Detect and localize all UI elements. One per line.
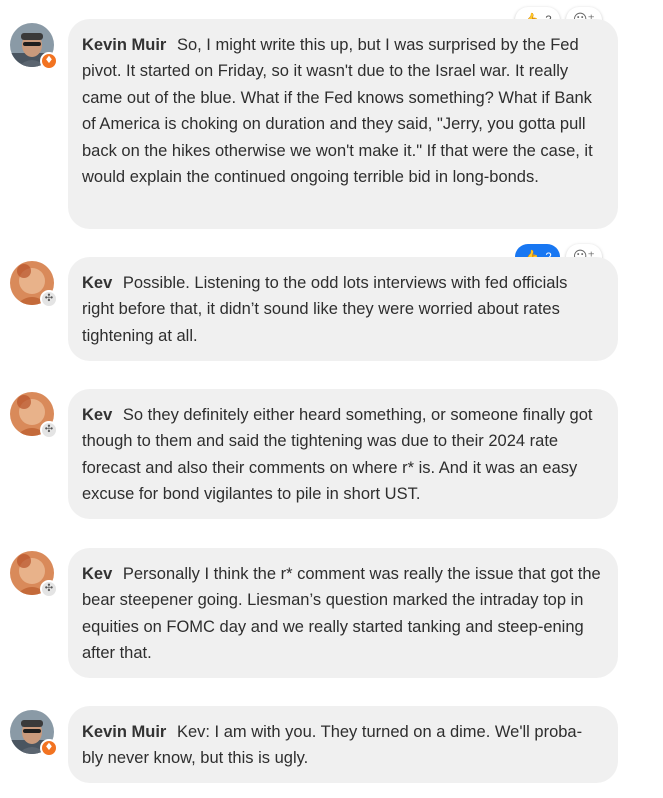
avatar-kevin-muir[interactable]: ♦	[10, 23, 58, 70]
comment-text: Possible. Listening to the odd lots inte…	[82, 274, 568, 345]
comment-text: Personally I think the r* comment was re…	[82, 565, 601, 663]
comment-text: So, I might write this up, but I was sur…	[82, 36, 593, 187]
comment-bubble: Kevin Muir Kev: I am with you. They turn…	[68, 706, 618, 783]
flame-badge-icon: ♦	[40, 52, 58, 70]
comment-text: So they definitely either heard somethin…	[82, 406, 593, 504]
member-badge-icon: ✣	[40, 580, 58, 598]
comment-author[interactable]: Kevin Muir	[82, 36, 166, 54]
avatar-kevin-muir[interactable]: ♦	[10, 710, 58, 757]
avatar-kev[interactable]: ✣	[10, 261, 58, 308]
comment-author[interactable]: Kev	[82, 565, 112, 583]
comment-bubble: Kev Personally I think the r* comment wa…	[68, 548, 618, 678]
member-badge-icon: ✣	[40, 421, 58, 439]
comment-author[interactable]: Kev	[82, 406, 112, 424]
comment-author[interactable]: Kevin Muir	[82, 723, 166, 741]
member-badge-icon: ✣	[40, 290, 58, 308]
comment-bubble: Kev So they definitely either heard some…	[68, 389, 618, 519]
avatar-kev[interactable]: ✣	[10, 392, 58, 439]
avatar-kev[interactable]: ✣	[10, 551, 58, 598]
comment-bubble: Kev Possible. Listening to the odd lots …	[68, 257, 618, 361]
flame-badge-icon: ♦	[40, 739, 58, 757]
comment-author[interactable]: Kev	[82, 274, 112, 292]
comment-bubble: Kevin Muir So, I might write this up, bu…	[68, 19, 618, 229]
